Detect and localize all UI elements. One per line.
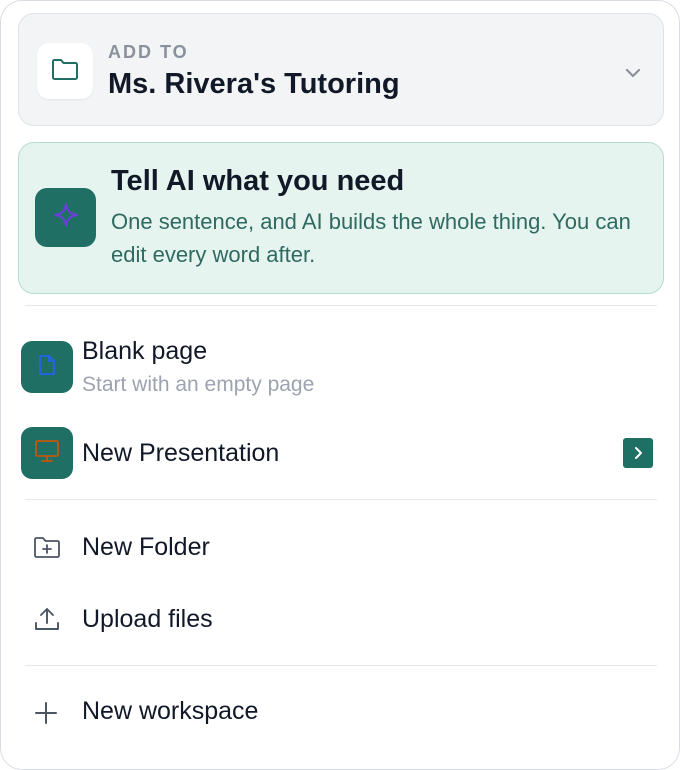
new-workspace-item[interactable]: New workspace	[19, 691, 663, 733]
sparkle-icon	[53, 202, 79, 233]
chevron-down-icon[interactable]	[622, 62, 644, 89]
ai-card-description: One sentence, and AI builds the whole th…	[111, 209, 631, 267]
ai-generate-card[interactable]: Tell AI what you need One sentence, and …	[18, 142, 664, 294]
upload-files-label: Upload files	[82, 605, 213, 633]
create-menu-panel: ADD TO Ms. Rivera's Tutoring Tell AI wha…	[0, 0, 680, 770]
new-folder-item[interactable]: New Folder	[19, 527, 663, 569]
divider	[25, 665, 657, 666]
new-presentation-item[interactable]: New Presentation	[19, 425, 663, 481]
divider	[25, 499, 657, 500]
plus-icon	[33, 700, 59, 731]
ai-card-title: Tell AI what you need	[111, 165, 405, 197]
presentation-icon-tile	[21, 427, 73, 479]
workspace-select[interactable]: ADD TO Ms. Rivera's Tutoring	[18, 13, 664, 126]
blank-page-icon-tile	[21, 341, 73, 393]
divider	[25, 305, 657, 306]
folder-plus-icon	[33, 535, 61, 564]
chevron-right-icon[interactable]	[623, 438, 653, 468]
new-folder-label: New Folder	[82, 533, 210, 561]
document-icon	[38, 354, 56, 381]
new-presentation-label: New Presentation	[82, 439, 280, 467]
upload-files-item[interactable]: Upload files	[19, 599, 663, 641]
ai-icon-tile	[35, 188, 96, 247]
workspace-select-kicker: ADD TO	[108, 42, 189, 62]
blank-page-item[interactable]: Blank page Start with an empty page	[19, 337, 663, 399]
monitor-icon	[34, 439, 60, 468]
new-workspace-label: New workspace	[82, 697, 259, 725]
upload-icon	[33, 605, 61, 638]
blank-page-label: Blank page	[82, 337, 208, 365]
workspace-name: Ms. Rivera's Tutoring	[108, 68, 400, 100]
workspace-icon-tile	[37, 43, 93, 99]
blank-page-sublabel: Start with an empty page	[82, 373, 315, 396]
folder-icon	[51, 57, 79, 86]
